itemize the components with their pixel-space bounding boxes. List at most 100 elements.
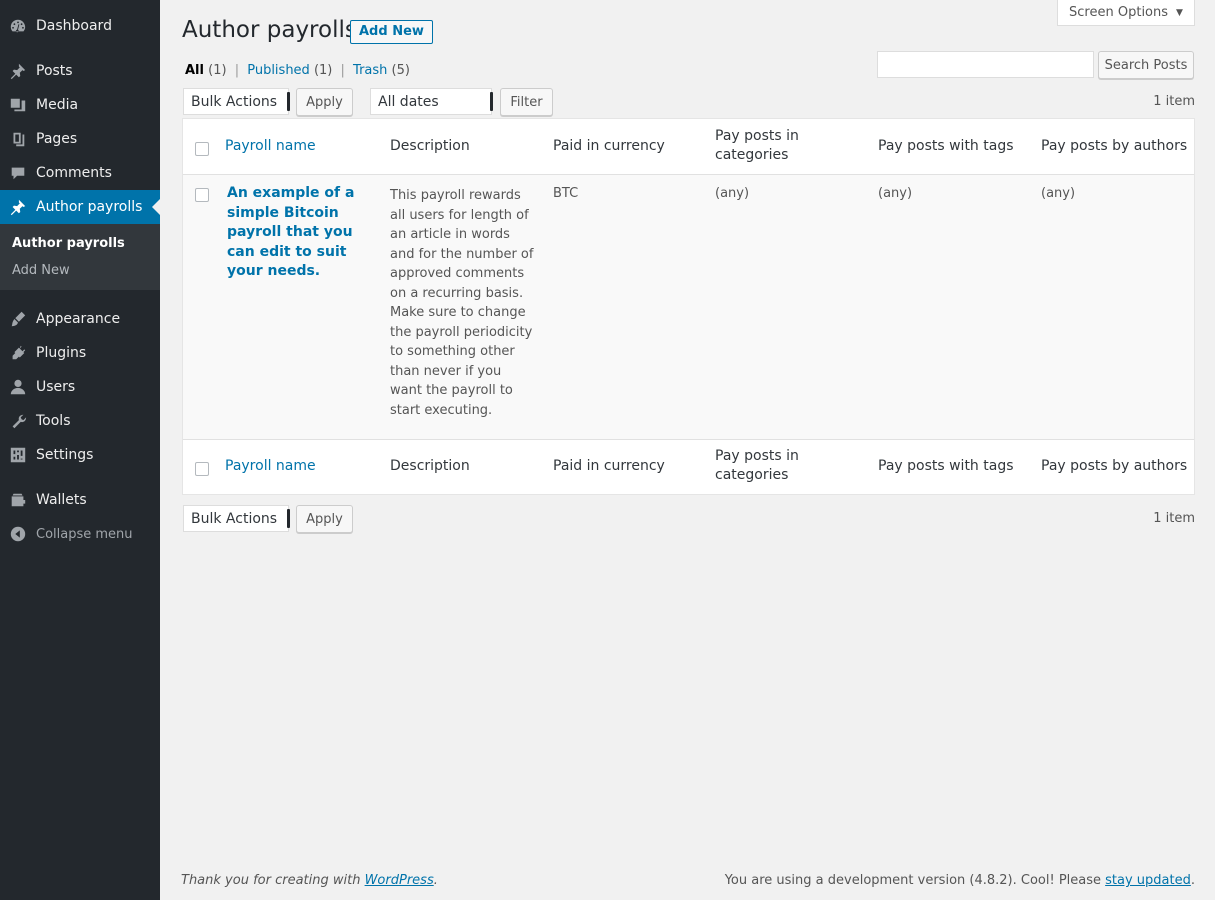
column-categories: Pay posts in categories — [715, 448, 799, 483]
collapse-icon — [0, 525, 36, 543]
sidebar-item-label: Posts — [36, 63, 73, 79]
sidebar-item-pages[interactable]: Pages — [0, 122, 160, 156]
column-payroll-name[interactable]: Payroll name — [225, 137, 316, 156]
separator: | — [234, 63, 240, 78]
footer-version-end: . — [1190, 873, 1195, 888]
filter-trash-count: (5) — [391, 63, 410, 78]
sidebar-item-author-payrolls[interactable]: Author payrolls — [0, 190, 160, 224]
sidebar-item-label: Appearance — [36, 311, 121, 327]
column-payroll-name[interactable]: Payroll name — [225, 457, 316, 476]
dashboard-icon — [0, 17, 36, 35]
row-checkbox[interactable] — [195, 188, 209, 202]
wallet-icon — [0, 491, 36, 509]
column-authors: Pay posts by authors — [1041, 138, 1188, 154]
sidebar-item-appearance[interactable]: Appearance — [0, 302, 160, 336]
sidebar-item-label: Author payrolls — [36, 199, 143, 215]
page-title: Author payrolls — [182, 17, 357, 43]
column-authors: Pay posts by authors — [1041, 458, 1188, 474]
bulk-actions-select[interactable]: Bulk Actions — [183, 88, 290, 115]
comment-icon — [0, 164, 36, 182]
row-currency: BTC — [553, 186, 579, 201]
row-categories: (any) — [715, 186, 750, 201]
sidebar-item-plugins[interactable]: Plugins — [0, 336, 160, 370]
wrench-icon — [0, 412, 36, 430]
filter-published-count: (1) — [313, 63, 333, 78]
plug-icon — [0, 344, 36, 362]
filter-all-link[interactable]: All — [185, 63, 204, 78]
brush-icon — [0, 310, 36, 328]
collapse-menu-button[interactable]: Collapse menu — [0, 517, 160, 551]
payrolls-table: Payroll name Description Paid in currenc… — [182, 118, 1195, 495]
sidebar-item-comments[interactable]: Comments — [0, 156, 160, 190]
search-input[interactable] — [877, 51, 1094, 78]
separator: | — [340, 63, 345, 78]
sidebar-item-media[interactable]: Media — [0, 88, 160, 122]
table-footer: Payroll name Description Paid in currenc… — [183, 439, 1194, 495]
table-row: An example of a simple Bitcoin payroll t… — [183, 175, 1194, 439]
sidebar-item-users[interactable]: Users — [0, 370, 160, 404]
apply-button[interactable]: Apply — [296, 88, 353, 116]
pages-icon — [0, 130, 36, 148]
dates-value: All dates — [378, 93, 439, 110]
screen-options-label: Screen Options — [1069, 5, 1169, 20]
footer-thanks-text: Thank you for creating with — [181, 873, 365, 888]
column-description: Description — [390, 458, 470, 474]
filter-trash-link[interactable]: Trash — [353, 63, 387, 78]
sidebar-item-dashboard[interactable]: Dashboard — [0, 9, 160, 43]
footer-version: You are using a development version (4.8… — [725, 873, 1195, 888]
payroll-title-link[interactable]: An example of a simple Bitcoin payroll t… — [227, 184, 367, 282]
stay-updated-link[interactable]: stay updated — [1105, 873, 1191, 888]
add-new-button[interactable]: Add New — [350, 20, 433, 44]
sidebar-item-wallets[interactable]: Wallets — [0, 483, 160, 517]
author-payrolls-submenu: Author payrolls Add New — [0, 224, 160, 290]
search-posts-button[interactable]: Search Posts — [1098, 51, 1194, 79]
filter-published-link[interactable]: Published — [247, 63, 310, 78]
column-tags: Pay posts with tags — [878, 138, 1014, 154]
select-all-checkbox-footer[interactable] — [195, 462, 209, 476]
column-description: Description — [390, 138, 470, 154]
column-categories: Pay posts in categories — [715, 128, 799, 163]
sidebar-item-posts[interactable]: Posts — [0, 54, 160, 88]
sidebar-item-tools[interactable]: Tools — [0, 404, 160, 438]
sidebar-item-label: Media — [36, 97, 79, 113]
admin-sidebar: Dashboard Posts Media Pages Comments Aut… — [0, 0, 160, 900]
triangle-down-icon: ▼ — [1176, 7, 1183, 18]
row-authors: (any) — [1041, 186, 1076, 201]
settings-icon — [0, 446, 36, 464]
sidebar-item-label: Dashboard — [36, 18, 112, 34]
submenu-item-author-payrolls[interactable]: Author payrolls — [0, 230, 160, 257]
footer-thanks: Thank you for creating with WordPress. — [181, 873, 438, 888]
user-icon — [0, 378, 36, 396]
filter-button[interactable]: Filter — [500, 88, 553, 116]
sidebar-item-label: Pages — [36, 131, 78, 147]
screen-options-button[interactable]: Screen Options ▼ — [1057, 0, 1195, 26]
bulk-actions-value: Bulk Actions — [191, 93, 278, 110]
sidebar-item-label: Comments — [36, 165, 112, 181]
items-count: 1 item — [1153, 94, 1195, 109]
bulk-actions-select-bottom[interactable]: Bulk Actions — [183, 505, 290, 532]
media-icon — [0, 96, 36, 114]
sidebar-item-label: Plugins — [36, 345, 87, 361]
row-tags: (any) — [878, 186, 913, 201]
sidebar-item-label: Users — [36, 379, 76, 395]
footer-version-text: You are using a development version (4.8… — [724, 873, 1106, 888]
column-currency: Paid in currency — [553, 458, 665, 474]
row-description: This payroll rewards all users for lengt… — [390, 188, 534, 418]
status-filter-links: All (1) | Published (1) | Trash (5) — [185, 63, 410, 78]
sidebar-item-label: Wallets — [36, 492, 87, 508]
main-content: Screen Options ▼ Author payrolls Add New… — [160, 0, 1215, 900]
dates-select[interactable]: All dates — [370, 88, 493, 115]
sidebar-item-label: Settings — [36, 447, 94, 463]
bulk-actions-value: Bulk Actions — [191, 510, 278, 527]
column-currency: Paid in currency — [553, 138, 665, 154]
collapse-menu-label: Collapse menu — [36, 526, 133, 542]
apply-button-bottom[interactable]: Apply — [296, 505, 353, 533]
sidebar-item-label: Tools — [36, 413, 71, 429]
wordpress-link[interactable]: WordPress — [365, 873, 434, 888]
select-all-checkbox[interactable] — [195, 142, 209, 156]
footer-thanks-end: . — [433, 873, 438, 888]
table-header: Payroll name Description Paid in currenc… — [183, 119, 1194, 175]
submenu-item-add-new[interactable]: Add New — [0, 257, 160, 284]
sidebar-item-settings[interactable]: Settings — [0, 438, 160, 472]
items-count-bottom: 1 item — [1153, 511, 1195, 526]
